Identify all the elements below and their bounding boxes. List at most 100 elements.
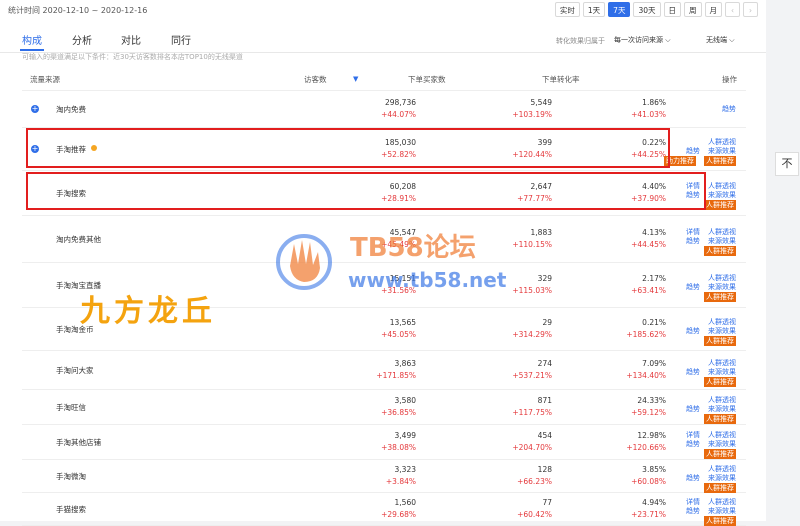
range-30day-button[interactable]: 30天	[633, 2, 661, 17]
tab-compare[interactable]: 对比	[121, 32, 141, 47]
conversion-value: 2.17%	[642, 274, 666, 283]
actions-cell: 人群透视 趋势 来源效果 人群推荐	[682, 262, 742, 307]
tb58-logo-icon	[276, 234, 332, 290]
expand-icon[interactable]: +	[31, 105, 39, 113]
actions-cell: 趋势	[682, 90, 742, 127]
crowd-recommend-badge[interactable]: 人群推荐	[704, 336, 736, 346]
conversion-change: +44.45%	[631, 240, 666, 249]
source-name: 手淘微淘	[56, 472, 86, 481]
trend-link[interactable]: 趋势	[686, 473, 700, 483]
sort-desc-icon[interactable]: ▼	[353, 75, 358, 83]
source-effect-link[interactable]: 来源效果	[708, 473, 736, 483]
conversion-cell: 1.86% +41.03%	[556, 97, 666, 121]
visitors-value: 298,736	[384, 98, 416, 107]
source-effect-link[interactable]: 来源效果	[708, 146, 736, 156]
table-row: 手淘其他店铺 3,499 +38.08% 454 +204.70% 12.98% +120.…	[22, 424, 746, 460]
buyers-cell: 454 +204.70%	[442, 430, 552, 454]
crowd-recommend-badge[interactable]: 人群推荐	[704, 246, 736, 256]
actions-cell: 详情 人群透视 趋势 来源效果 人群推荐	[682, 424, 742, 459]
tab-peers[interactable]: 同行	[171, 32, 191, 47]
trend-link[interactable]: 趋势	[722, 104, 736, 114]
source-effect-link[interactable]: 来源效果	[708, 236, 736, 246]
source-effect-link[interactable]: 来源效果	[708, 282, 736, 292]
buyers-change: +204.70%	[512, 443, 552, 452]
crowd-recommend-badge[interactable]: 人群推荐	[704, 414, 736, 424]
range-realtime-button[interactable]: 实时	[554, 2, 580, 17]
source-effect-link[interactable]: 来源效果	[708, 439, 736, 449]
conversion-change: +60.08%	[631, 477, 666, 486]
actions-cell: 人群透视 趋势 来源效果 人群推荐	[682, 307, 742, 350]
visitors-change: +3.84%	[385, 477, 416, 486]
buyers-value: 871	[537, 396, 552, 405]
visitors-cell: 3,499 +38.08%	[306, 430, 416, 454]
trend-link[interactable]: 趋势	[686, 282, 700, 292]
tab-analysis[interactable]: 分析	[72, 32, 92, 47]
main-panel: 统计时间 2020-12-10 ~ 2020-12-16 实时 1天 7天 30…	[0, 0, 766, 526]
range-month-button[interactable]: 月	[704, 2, 722, 17]
header-source: 流量来源	[30, 75, 60, 84]
effect-attribution-select[interactable]: 每一次访问来源 ⌵	[614, 35, 671, 45]
buyers-value: 29	[542, 318, 552, 327]
buyers-cell: 274 +537.21%	[442, 358, 552, 382]
range-week-button[interactable]: 周	[684, 2, 702, 17]
conversion-cell: 24.33% +59.12%	[556, 395, 666, 419]
source-effect-link[interactable]: 来源效果	[708, 367, 736, 377]
range-7day-button[interactable]: 7天	[608, 2, 631, 17]
trend-link[interactable]: 趋势	[686, 404, 700, 414]
range-day-button[interactable]: 日	[663, 2, 681, 17]
crowd-recommend-badge[interactable]: 人群推荐	[704, 292, 736, 302]
trend-link[interactable]: 趋势	[686, 506, 700, 516]
highlight-box-search	[26, 172, 706, 210]
conversion-change: +185.62%	[626, 330, 666, 339]
crowd-recommend-badge[interactable]: 人群推荐	[704, 156, 736, 166]
source-effect-link[interactable]: 来源效果	[708, 506, 736, 516]
trend-link[interactable]: 趋势	[686, 146, 700, 156]
crowd-recommend-badge[interactable]: 人群推荐	[704, 516, 736, 526]
source-name: 淘内免费其他	[56, 235, 101, 244]
buyers-value: 454	[537, 431, 552, 440]
crowd-recommend-badge[interactable]: 人群推荐	[704, 449, 736, 459]
conversion-change: +134.40%	[626, 371, 666, 380]
notice-text: 可输入的渠道满足以下条件：近30天访客数排名本店TOP10的无线渠道	[22, 53, 243, 61]
crowd-recommend-badge[interactable]: 人群推荐	[704, 377, 736, 387]
header-visitors[interactable]: 访客数	[304, 74, 327, 85]
conversion-value: 3.85%	[642, 465, 666, 474]
header-actions: 操作	[722, 75, 737, 84]
conversion-value: 4.13%	[642, 228, 666, 237]
side-floating-button[interactable]: 不	[775, 152, 799, 176]
visitors-value: 3,863	[394, 359, 416, 368]
device-scope-select[interactable]: 无线端 ⌵	[706, 35, 735, 45]
buyers-cell: 5,549 +103.19%	[442, 97, 552, 121]
visitors-change: +44.07%	[381, 110, 416, 119]
tab-composition[interactable]: 构成	[22, 32, 42, 47]
header-buyers[interactable]: 下单买家数	[408, 74, 446, 85]
conversion-change: +120.66%	[626, 443, 666, 452]
next-arrow-icon[interactable]: ›	[743, 2, 758, 17]
actions-cell: 详情 人群透视 趋势 来源效果 人群推荐	[682, 215, 742, 262]
visitors-change: +29.68%	[381, 510, 416, 519]
trend-link[interactable]: 趋势	[686, 439, 700, 449]
source-effect-link[interactable]: 来源效果	[708, 190, 736, 200]
table-row: 手淘问大家 3,863 +171.85% 274 +537.21% 7.09% +134.4…	[22, 350, 746, 390]
visitors-change: +38.08%	[381, 443, 416, 452]
highlight-box-recommend	[26, 128, 670, 168]
range-selector: 实时 1天 7天 30天 日 周 月 ‹ ›	[554, 2, 758, 17]
source-effect-link[interactable]: 来源效果	[708, 326, 736, 336]
conversion-value: 1.86%	[642, 98, 666, 107]
range-1day-button[interactable]: 1天	[582, 2, 606, 17]
trend-link[interactable]: 趋势	[686, 236, 700, 246]
conversion-cell: 7.09% +134.40%	[556, 358, 666, 382]
visitors-value: 3,499	[394, 431, 416, 440]
prev-arrow-icon[interactable]: ‹	[725, 2, 740, 17]
watermark-overlay: 九方龙丘	[80, 294, 216, 329]
trend-link[interactable]: 趋势	[686, 367, 700, 377]
header-conversion[interactable]: 下单转化率	[542, 74, 580, 85]
actions-cell: 详情 人群透视 趋势 来源效果 人群推荐	[682, 492, 742, 526]
conversion-value: 0.21%	[642, 318, 666, 327]
crowd-recommend-badge[interactable]: 人群推荐	[704, 200, 736, 210]
effect-attribution-label: 转化效果归属于	[556, 37, 605, 45]
stat-period: 统计时间 2020-12-10 ~ 2020-12-16	[8, 6, 148, 15]
watermark-url: www.tb58.net	[348, 268, 507, 292]
trend-link[interactable]: 趋势	[686, 326, 700, 336]
source-effect-link[interactable]: 来源效果	[708, 404, 736, 414]
